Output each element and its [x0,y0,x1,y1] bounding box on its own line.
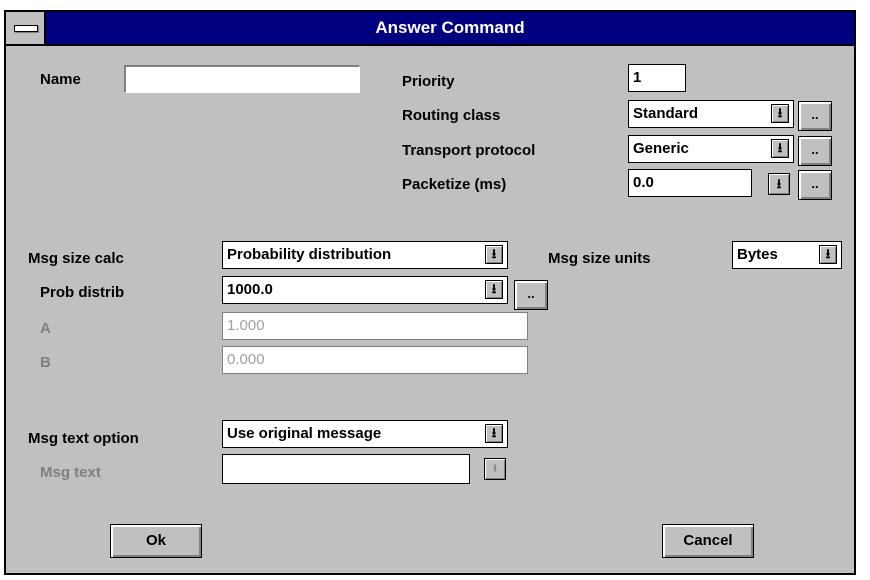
param-b-label: B [40,354,51,371]
transport-protocol-select[interactable]: Generic ⭳ [628,135,794,163]
transport-protocol-browse-button[interactable]: .. [798,136,832,166]
msg-size-units-select[interactable]: Bytes ⭳ [732,241,842,269]
title-bar: Answer Command [6,12,854,46]
priority-label: Priority [402,73,455,90]
ok-button[interactable]: Ok [110,524,202,558]
transport-protocol-label: Transport protocol [402,142,536,159]
msg-text-option-value: Use original message [227,425,382,442]
param-a-label: A [40,320,51,337]
cancel-button[interactable]: Cancel [662,524,754,558]
prob-distrib-select[interactable]: 1000.0 ⭳ [222,276,508,304]
packetize-browse-button[interactable]: .. [798,170,832,200]
name-label: Name [40,71,81,88]
packetize-dropdown-arrow-icon[interactable]: ⭳ [768,173,790,195]
param-a-input[interactable]: 1.000 [222,312,528,340]
dropdown-arrow-icon[interactable]: ⭳ [819,245,837,264]
param-b-input[interactable]: 0.000 [222,346,528,374]
transport-protocol-value: Generic [633,140,689,157]
prob-distrib-label: Prob distrib [40,284,125,301]
packetize-label: Packetize (ms) [402,176,507,193]
msg-text-label: Msg text [40,464,101,481]
msg-text-option-select[interactable]: Use original message ⭳ [222,420,508,448]
dropdown-arrow-icon[interactable]: ⭳ [771,104,789,123]
msg-size-calc-select[interactable]: Probability distribution ⭳ [222,241,508,269]
name-input[interactable] [124,65,360,93]
dropdown-arrow-icon[interactable]: ⭳ [485,424,503,443]
packetize-input[interactable]: 0.0 [628,169,752,197]
dropdown-arrow-icon[interactable]: ⭳ [485,280,503,299]
msg-size-units-value: Bytes [737,246,778,263]
dropdown-arrow-icon[interactable]: ⭳ [771,139,789,158]
system-menu-button[interactable] [6,12,46,44]
msg-text-option-label: Msg text option [28,430,139,447]
msg-size-calc-value: Probability distribution [227,246,392,263]
dialog-title: Answer Command [375,18,525,37]
priority-input[interactable]: 1 [628,64,686,92]
prob-distrib-value: 1000.0 [227,281,273,298]
msg-size-calc-label: Msg size calc [28,250,124,267]
msg-size-units-label: Msg size units [548,250,651,267]
routing-class-select[interactable]: Standard ⭳ [628,100,794,128]
routing-class-value: Standard [633,105,699,122]
routing-class-label: Routing class [402,107,501,124]
msg-text-input[interactable] [222,454,470,484]
routing-class-browse-button[interactable]: .. [798,101,832,131]
system-menu-icon [14,25,38,32]
answer-command-dialog: Answer Command Name Priority 1 Routing c… [4,10,856,575]
msg-text-dropdown-arrow-icon[interactable]: ⭳ [484,458,506,480]
prob-distrib-browse-button[interactable]: .. [514,280,548,310]
dropdown-arrow-icon[interactable]: ⭳ [485,245,503,264]
